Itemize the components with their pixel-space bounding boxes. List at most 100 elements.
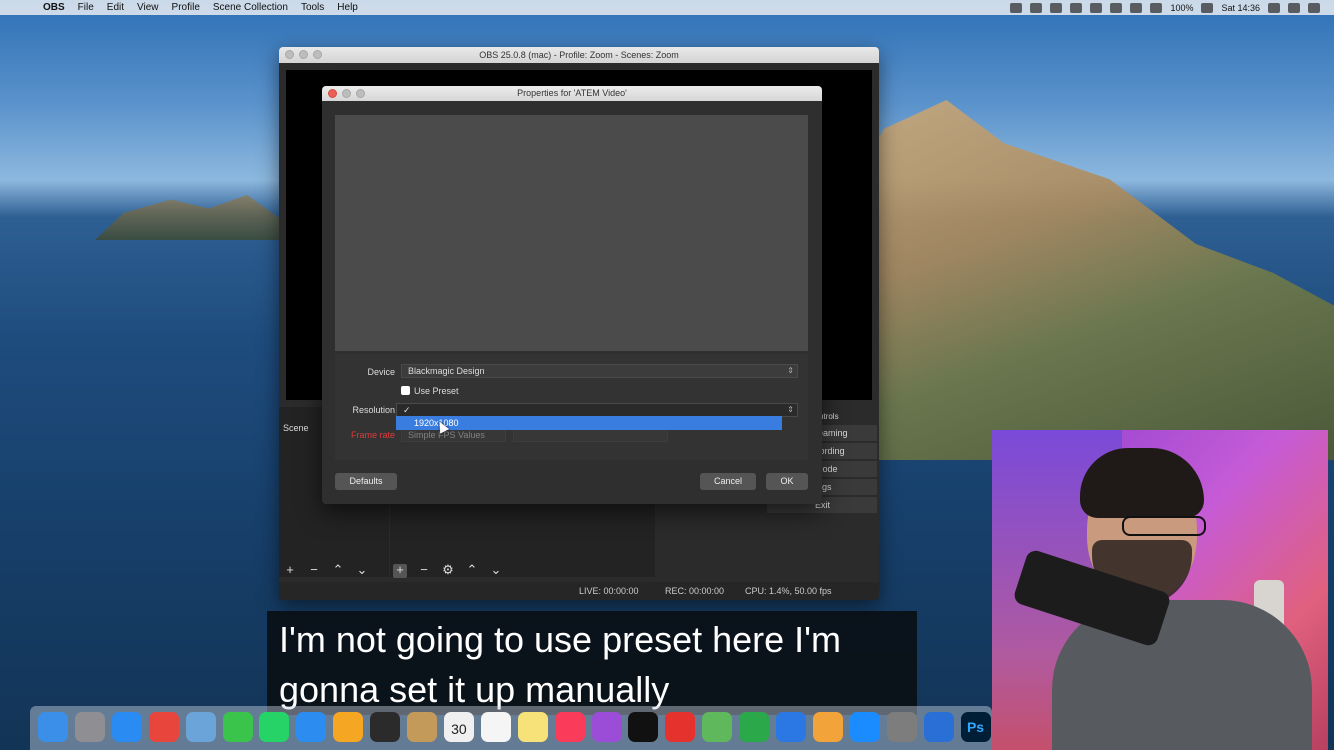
live-timer: LIVE: 00:00:00 [579, 586, 639, 596]
rec-timer: REC: 00:00:00 [665, 586, 725, 596]
background-cliff [860, 100, 1334, 460]
battery-percent: 100% [1170, 2, 1194, 13]
resolution-label: Resolution [352, 405, 395, 415]
system-preferences-icon[interactable] [886, 712, 917, 742]
source-settings-gear-icon[interactable]: ⚙ [441, 563, 455, 578]
webcam-person-hair [1080, 448, 1204, 518]
ok-button[interactable]: OK [766, 473, 808, 490]
device-value: Blackmagic Design [408, 366, 485, 376]
sources-toolbar: + − ⚙ ⌃ ⌄ [393, 563, 503, 578]
obs-window-title: OBS 25.0.8 (mac) - Profile: Zoom - Scene… [479, 50, 679, 60]
minimize-button[interactable] [299, 50, 308, 59]
dropbox-icon[interactable] [1070, 2, 1083, 13]
status-menu-area: 100% Sat 14:36 [1010, 0, 1320, 15]
messages-icon[interactable] [296, 712, 327, 742]
remove-source-button[interactable]: − [417, 563, 431, 578]
spotlight-icon[interactable] [1268, 2, 1280, 13]
source-down-button[interactable]: ⌄ [489, 563, 503, 578]
preview-icon[interactable] [185, 712, 216, 742]
menu-app-name[interactable]: OBS [43, 2, 65, 13]
obs-titlebar[interactable]: OBS 25.0.8 (mac) - Profile: Zoom - Scene… [279, 47, 879, 63]
music-icon[interactable] [554, 712, 585, 742]
menu-tools[interactable]: Tools [301, 2, 324, 13]
podcasts-icon[interactable] [591, 712, 622, 742]
status-bar: LIVE: 00:00:00 REC: 00:00:00 CPU: 1.4%, … [279, 582, 879, 600]
finder-icon[interactable] [38, 712, 68, 742]
cancel-button[interactable]: Cancel [700, 473, 756, 490]
siri-icon[interactable] [1288, 2, 1300, 13]
notes-icon[interactable] [517, 712, 548, 742]
bluetooth-icon[interactable] [1110, 2, 1123, 13]
dock: 30 Ps [30, 706, 992, 750]
device-select[interactable]: Blackmagic Design ⇕ [401, 364, 798, 378]
menu-file[interactable]: File [78, 2, 94, 13]
source-preview [335, 115, 808, 351]
use-preset-label: Use Preset [414, 386, 459, 396]
clock[interactable]: Sat 14:36 [1221, 3, 1260, 13]
airplay-icon[interactable] [1090, 2, 1103, 13]
calendar-icon[interactable]: 30 [443, 712, 474, 742]
launchpad-icon[interactable] [74, 712, 105, 742]
menu-bar: OBS File Edit View Profile Scene Collect… [0, 0, 1334, 15]
final-cut-icon[interactable] [370, 712, 401, 742]
menu-edit[interactable]: Edit [107, 2, 124, 13]
scenes-toolbar: + − ⌃ ⌄ [283, 563, 369, 578]
reminders-icon[interactable] [480, 712, 511, 742]
webcam-person-glasses [1122, 516, 1206, 536]
dialog-zoom-button[interactable] [356, 89, 365, 98]
subtitle-box: I'm not going to use preset here I'm gon… [267, 611, 917, 715]
dialog-titlebar[interactable]: Properties for 'ATEM Video' [322, 86, 822, 101]
remove-scene-button[interactable]: − [307, 563, 321, 578]
zoom-tray-icon[interactable] [1030, 2, 1043, 13]
frame-rate-select[interactable]: Simple FPS Values [401, 428, 506, 442]
subtitle-line-1: I'm not going to use preset here I'm [279, 619, 842, 660]
scenes-header: Scene [283, 423, 309, 433]
chevron-updown-icon: ⇕ [787, 366, 794, 375]
resolution-chevron-icon: ⇕ [787, 405, 794, 414]
frame-rate-label: Frame rate [350, 430, 395, 440]
facetime-icon[interactable] [222, 712, 253, 742]
device-label: Device [367, 367, 395, 377]
add-scene-button[interactable]: + [283, 563, 297, 578]
menu-help[interactable]: Help [337, 2, 358, 13]
battery-icon[interactable] [1201, 2, 1214, 13]
whatsapp-icon[interactable] [259, 712, 290, 742]
keynote-icon[interactable] [776, 712, 806, 742]
logic-icon[interactable] [923, 712, 954, 742]
photos-icon[interactable] [333, 712, 364, 742]
contacts-icon[interactable] [407, 712, 437, 742]
close-button[interactable] [285, 50, 294, 59]
screen-tray-icon[interactable] [1050, 2, 1063, 13]
volume-icon[interactable] [1150, 2, 1163, 13]
source-up-button[interactable]: ⌃ [465, 563, 479, 578]
menu-profile[interactable]: Profile [172, 2, 200, 13]
app-store-icon[interactable] [849, 712, 880, 742]
numbers-icon[interactable] [739, 712, 770, 742]
use-preset-checkbox[interactable] [401, 386, 410, 395]
menu-scene-collection[interactable]: Scene Collection [213, 2, 288, 13]
add-source-button[interactable]: + [393, 563, 407, 578]
resolution-value: ✓ [403, 405, 411, 415]
resolution-dropdown-option[interactable]: 1920x1080 [396, 416, 782, 430]
obs-tray-icon[interactable] [1010, 2, 1023, 13]
frame-rate-value-select[interactable] [513, 428, 668, 442]
chrome-icon[interactable] [148, 712, 179, 742]
menu-view[interactable]: View [137, 2, 159, 13]
notification-center-icon[interactable] [1308, 2, 1320, 13]
cpu-fps: CPU: 1.4%, 50.00 fps [745, 586, 832, 596]
zoom-button[interactable] [313, 50, 322, 59]
maps-icon[interactable] [702, 712, 733, 742]
scene-up-button[interactable]: ⌃ [331, 563, 345, 578]
defaults-button[interactable]: Defaults [335, 473, 397, 490]
resolution-select[interactable]: ✓ ⇕ [396, 403, 798, 417]
pages-icon[interactable] [812, 712, 843, 742]
dialog-close-button[interactable] [328, 89, 337, 98]
news-icon[interactable] [665, 712, 696, 742]
scene-down-button[interactable]: ⌄ [355, 563, 369, 578]
background-island [95, 195, 285, 240]
dialog-minimize-button[interactable] [342, 89, 351, 98]
safari-icon[interactable] [111, 712, 142, 742]
apple-tv-icon[interactable] [628, 712, 659, 742]
photoshop-icon[interactable]: Ps [960, 712, 991, 742]
wifi-icon[interactable] [1130, 2, 1143, 13]
